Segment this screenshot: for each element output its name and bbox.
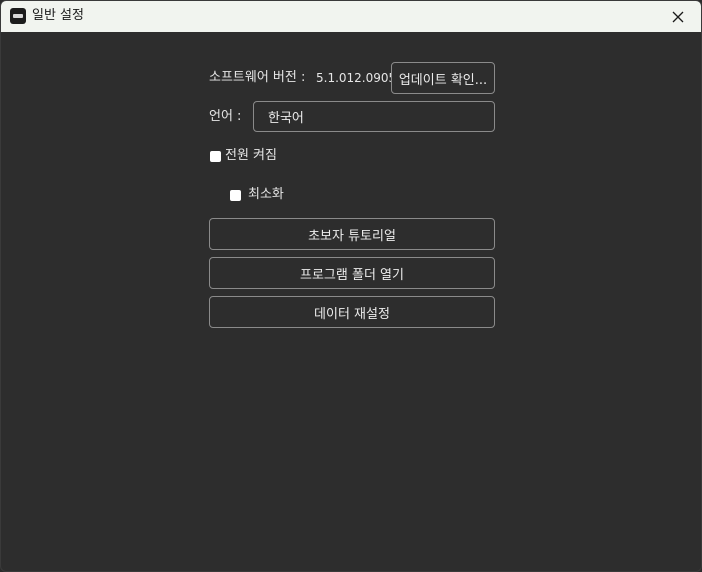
reset-data-button[interactable]: 데이터 재설정	[209, 296, 495, 328]
window-title: 일반 설정	[32, 8, 84, 23]
software-version-label: 소프트웨어 버전 :	[209, 70, 306, 85]
open-program-folder-button[interactable]: 프로그램 폴더 열기	[209, 257, 495, 289]
power-on-label: 전원 켜짐	[225, 148, 277, 163]
close-icon	[672, 11, 684, 22]
language-label: 언어 :	[209, 109, 242, 124]
language-select[interactable]: 한국어	[253, 101, 495, 132]
minimize-checkbox-box[interactable]	[230, 189, 241, 201]
software-version-value: 5.1.012.0905	[316, 71, 397, 85]
power-on-checkbox[interactable]: 전원 켜짐	[210, 148, 277, 164]
settings-window: 일반 설정 소프트웨어 버전 : 5.1.012.0905 업데이트 확인...…	[0, 0, 702, 572]
minimize-label: 최소화	[248, 187, 284, 202]
power-on-checkbox-box[interactable]	[210, 150, 221, 162]
app-logo-icon	[10, 8, 26, 24]
minimize-checkbox[interactable]: 최소화	[230, 187, 284, 203]
check-update-button[interactable]: 업데이트 확인...	[391, 62, 495, 94]
tutorial-button[interactable]: 초보자 튜토리얼	[209, 218, 495, 250]
title-bar[interactable]: 일반 설정	[1, 1, 701, 32]
settings-content: 소프트웨어 버전 : 5.1.012.0905 업데이트 확인... 언어 : …	[1, 32, 701, 571]
close-button[interactable]	[655, 1, 701, 32]
